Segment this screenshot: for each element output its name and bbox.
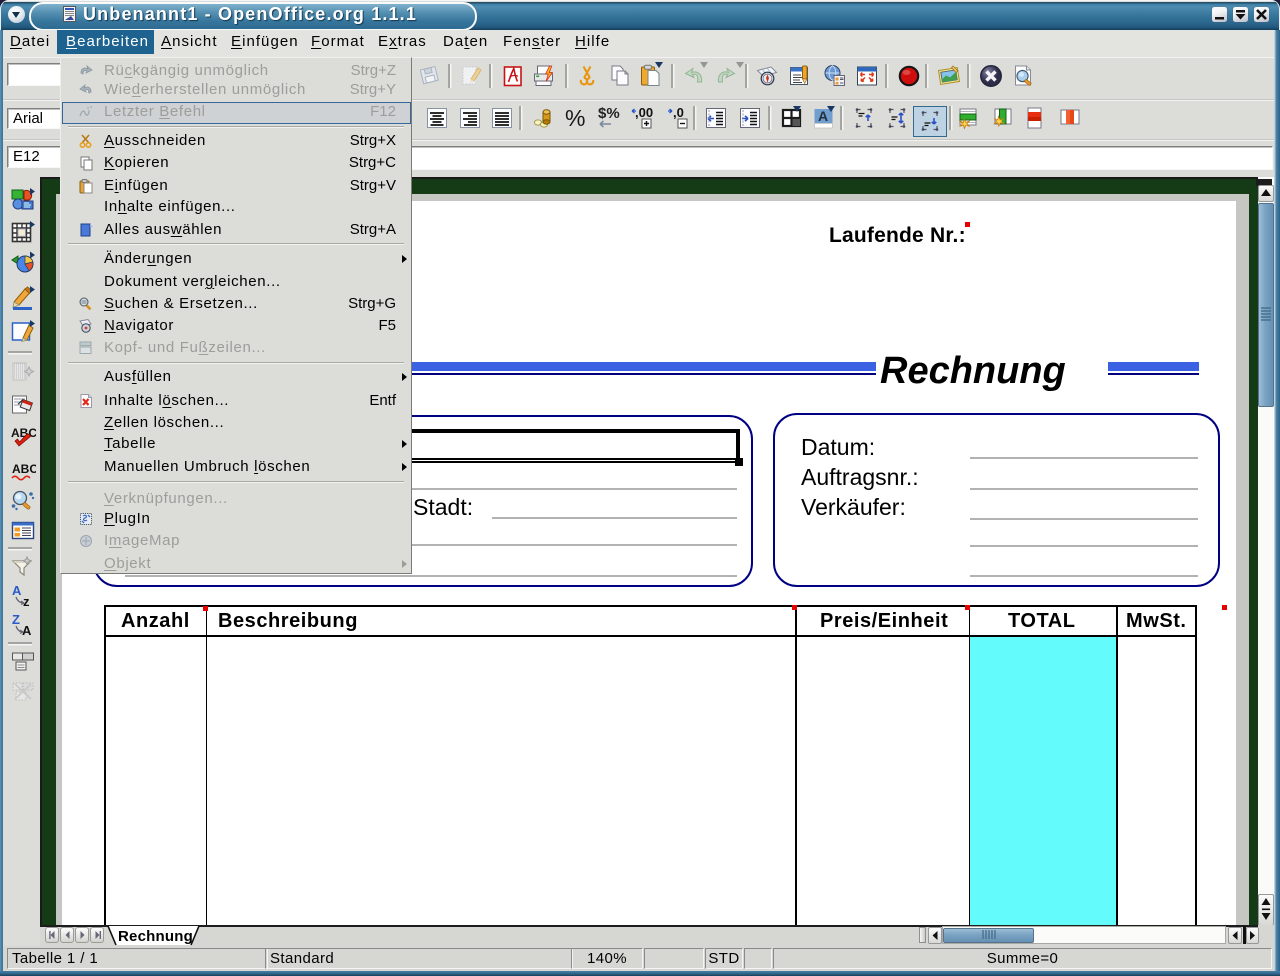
svg-text:,0: ,0	[673, 105, 684, 120]
svg-text:A: A	[12, 583, 22, 598]
svg-text:,00: ,00	[635, 105, 653, 120]
svg-text:ABC: ABC	[12, 462, 36, 476]
svg-text:z: z	[23, 594, 30, 609]
svg-text:$%: $%	[598, 105, 620, 122]
svg-text:A: A	[22, 623, 32, 638]
svg-text:Rechnung: Rechnung	[118, 928, 193, 945]
svg-text:Z: Z	[12, 612, 20, 627]
